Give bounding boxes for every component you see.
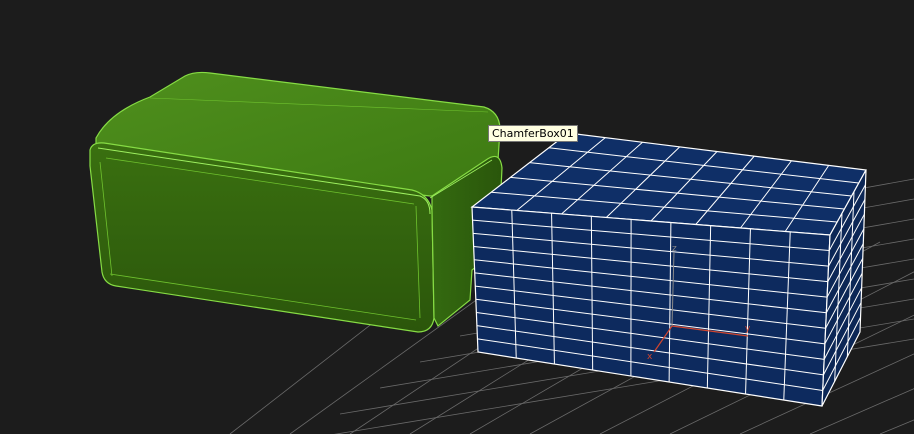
green-chamfer-box[interactable] [89,71,503,333]
gizmo-z-label: z [672,244,677,254]
perspective-viewport[interactable]: y x z ChamferBox01 [0,0,914,434]
blue-chamfer-box[interactable] [470,132,867,407]
object-name-tooltip: ChamferBox01 [488,125,578,142]
viewport-scene[interactable]: y x z [0,0,914,434]
gizmo-y-label: y [745,324,751,334]
grid-line [879,419,914,434]
blue-box-front-face [471,206,831,407]
gizmo-x-label: x [647,352,653,362]
